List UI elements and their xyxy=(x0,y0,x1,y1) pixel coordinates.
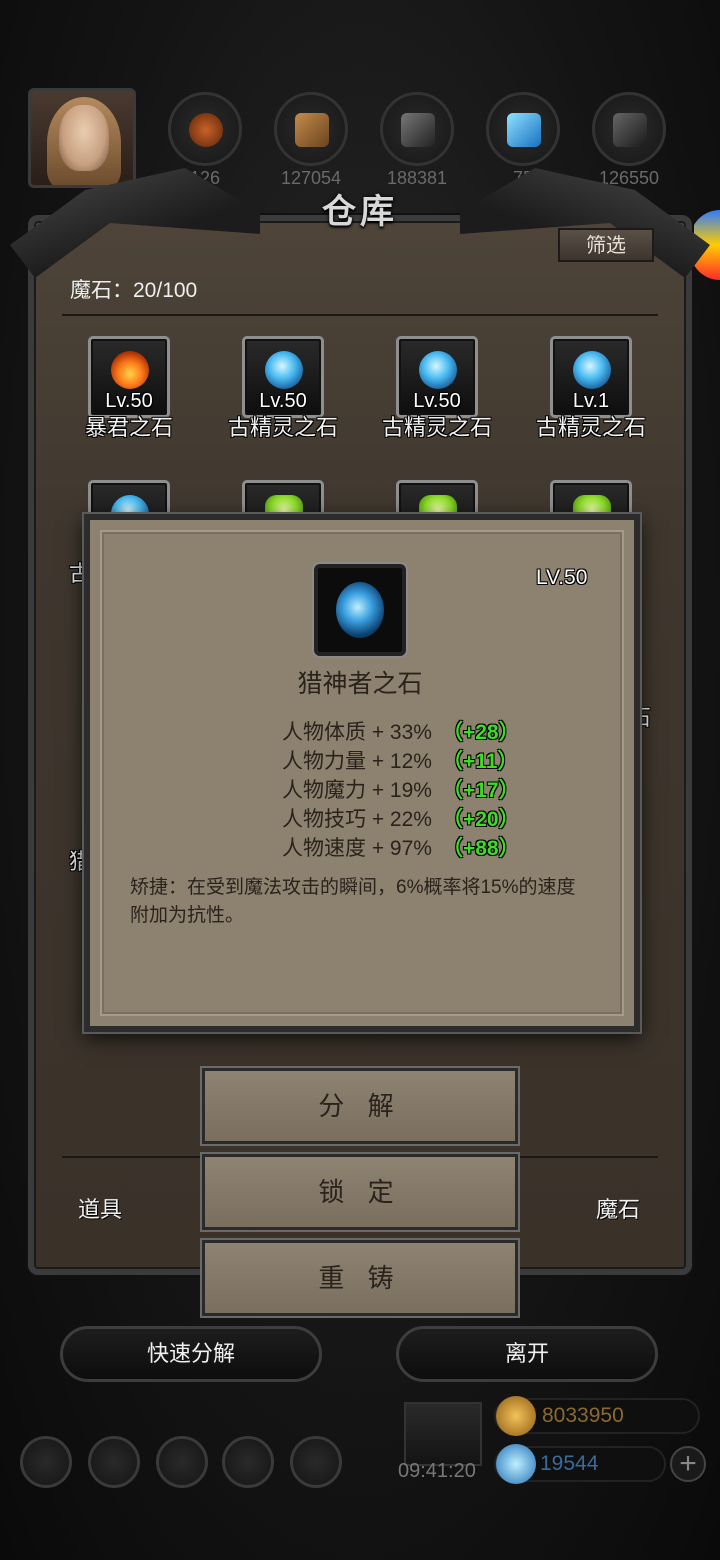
diamond-amount: 19544 xyxy=(540,1452,599,1475)
divider xyxy=(62,314,658,316)
crystal-icon[interactable] xyxy=(486,92,560,166)
stat-line: 人物体质 + 33% （+28） xyxy=(282,721,520,744)
blue-stone-icon xyxy=(573,351,611,389)
panel-title: 仓库 xyxy=(322,193,398,231)
item-slot[interactable]: Lv.50 xyxy=(396,336,478,418)
popup-item-name: 猎神者之石 xyxy=(297,670,423,698)
meat-icon[interactable] xyxy=(168,92,242,166)
player-avatar[interactable] xyxy=(28,88,136,188)
stat-line: 人物速度 + 97% （+88） xyxy=(282,837,520,860)
wood-icon[interactable] xyxy=(274,92,348,166)
diamond-icon xyxy=(496,1444,536,1484)
recast-button[interactable]: 重 铸 xyxy=(202,1240,518,1316)
item-name: 古精灵之石 xyxy=(381,415,492,440)
item-slot[interactable]: Lv.50 xyxy=(88,336,170,418)
stone-capacity: 魔石：20/100 xyxy=(70,279,198,302)
settings-icon[interactable] xyxy=(20,1436,72,1488)
blue-stone-icon xyxy=(419,351,457,389)
gift-timer: 09:41:20 xyxy=(398,1460,476,1482)
item-slot[interactable]: Lv.1 xyxy=(550,336,632,418)
shop-icon[interactable] xyxy=(290,1436,342,1488)
add-diamonds-button[interactable]: + xyxy=(670,1446,706,1482)
skill-description: 矫捷：在受到魔法攻击的瞬间，6%概率将15%的速度附加为抗性。 xyxy=(130,877,576,926)
popup-level: LV.50 xyxy=(536,566,588,589)
tab-items[interactable]: 道具 xyxy=(78,1192,122,1224)
blue-stone-icon xyxy=(265,351,303,389)
stone-icon[interactable] xyxy=(592,92,666,166)
item-name: 古精灵之石 xyxy=(535,415,646,440)
stat-line: 人物力量 + 12% （+11） xyxy=(282,750,519,773)
leave-button[interactable]: 离开 xyxy=(396,1326,658,1382)
gold-amount: 8033950 xyxy=(542,1404,624,1427)
item-name: 暴君之石 xyxy=(84,415,173,440)
star-icon[interactable] xyxy=(88,1436,140,1488)
mail-icon[interactable] xyxy=(222,1436,274,1488)
stat-line: 人物魔力 + 19% （+17） xyxy=(282,779,520,802)
quest-icon[interactable] xyxy=(156,1436,208,1488)
fire-stone-icon xyxy=(111,351,149,389)
stat-line: 人物技巧 + 22% （+20） xyxy=(282,808,520,831)
hunter-stone-icon xyxy=(314,564,406,656)
decompose-button[interactable]: 分 解 xyxy=(202,1068,518,1144)
quick-decompose-button[interactable]: 快速分解 xyxy=(60,1326,322,1382)
item-name: 古精灵之石 xyxy=(227,415,338,440)
gift-icon[interactable] xyxy=(404,1402,482,1466)
gold-icon xyxy=(496,1396,536,1436)
tab-magic-stones[interactable]: 魔石 xyxy=(596,1192,640,1224)
iron-icon[interactable] xyxy=(380,92,454,166)
item-slot[interactable]: Lv.50 xyxy=(242,336,324,418)
filter-button[interactable]: 筛选 xyxy=(558,228,654,262)
lock-button[interactable]: 锁 定 xyxy=(202,1154,518,1230)
